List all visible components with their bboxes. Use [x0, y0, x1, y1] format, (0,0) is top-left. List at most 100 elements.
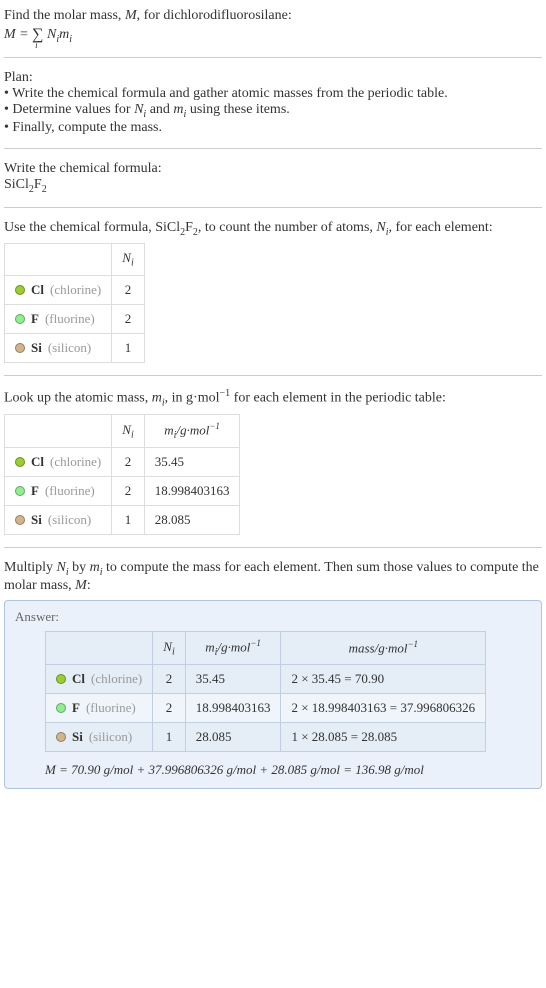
plan-b2-m: m: [173, 102, 183, 117]
n-value: 2: [112, 477, 144, 506]
plan-bullet-2: • Determine values for Ni and mi using t…: [4, 102, 542, 120]
col-mass-label: mass/g·mol: [349, 641, 408, 656]
mass-block: Look up the atomic mass, mi, in g·mol−1 …: [4, 384, 542, 539]
col-m-var: m: [205, 640, 214, 655]
col-element: [5, 415, 112, 448]
col-m-unit: /g·mol: [176, 423, 209, 438]
element-dot-icon: [56, 732, 66, 742]
element-name: (silicon): [89, 729, 132, 745]
intro-block: Find the molar mass, M , for dichlorodifl…: [4, 4, 542, 49]
count-text: Use the chemical formula, SiCl2F2, to co…: [4, 220, 542, 238]
mass-table: Ni mi/g·mol−1 Cl(chlorine) 2 35.45 F(flu…: [4, 414, 240, 535]
eq-m: m: [59, 27, 69, 42]
element-name: (fluorine): [45, 311, 95, 327]
mass-mvar: m: [152, 391, 162, 406]
mass-exp: −1: [220, 388, 231, 399]
eq-eq: =: [16, 27, 32, 42]
table-row: F(fluorine) 2: [5, 305, 145, 334]
m-value: 18.998403163: [185, 694, 281, 723]
element-symbol: F: [72, 700, 80, 716]
compute-text: Multiply Ni by mi to compute the mass fo…: [4, 560, 542, 594]
plan-b2a: • Determine values for: [4, 102, 134, 117]
eq-lhs: M: [4, 27, 16, 42]
formula-heading: Write the chemical formula:: [4, 161, 542, 177]
m-value: 28.085: [185, 723, 281, 752]
n-value: 1: [112, 506, 144, 535]
count-nvar: N: [376, 220, 385, 235]
intro-line1b: , for dichlorodifluorosilane:: [137, 8, 292, 23]
count-text-b: F: [185, 220, 193, 235]
mass-value: 2 × 35.45 = 70.90: [281, 665, 486, 694]
table-row: Cl(chlorine) 2 35.45: [5, 448, 240, 477]
element-cell: Si(silicon): [5, 334, 112, 363]
compute-n: N: [57, 560, 66, 575]
n-value: 2: [112, 448, 144, 477]
n-value: 1: [153, 723, 185, 752]
answer-box: Answer: Ni mi/g·mol−1 mass/g·mol−1 Cl(ch…: [4, 600, 542, 789]
n-value: 2: [153, 665, 185, 694]
element-dot-icon: [56, 703, 66, 713]
col-n-var: N: [163, 639, 172, 654]
element-cell: Cl(chlorine): [5, 448, 112, 477]
element-name: (fluorine): [86, 700, 136, 716]
table-row: Si(silicon) 1 28.085: [5, 506, 240, 535]
sigma-sub: i: [35, 40, 38, 50]
col-element: [5, 244, 112, 276]
eq-n: N: [47, 27, 56, 42]
compute-b: by: [69, 560, 90, 575]
col-mass-exp: −1: [407, 639, 418, 649]
mass-value: 2 × 18.998403163 = 37.996806326: [281, 694, 486, 723]
count-table: Ni Cl(chlorine) 2 F(fluorine) 2 Si(silic…: [4, 243, 145, 363]
col-n-sub: i: [172, 646, 175, 657]
count-text-c: , to count the number of atoms,: [198, 220, 376, 235]
element-symbol: Si: [72, 729, 83, 745]
col-m-exp: −1: [250, 638, 261, 648]
element-name: (chlorine): [50, 282, 101, 298]
col-n: Ni: [112, 415, 144, 448]
intro-line1: Find the molar mass,: [4, 8, 125, 23]
compute-block: Multiply Ni by mi to compute the mass fo…: [4, 556, 542, 793]
col-mass: mass/g·mol−1: [281, 632, 486, 665]
chemical-formula: SiCl2F2: [4, 177, 542, 195]
mass-text-c: for each element in the periodic table:: [230, 391, 446, 406]
count-text-a: Use the chemical formula, SiCl: [4, 220, 180, 235]
element-name: (fluorine): [45, 483, 95, 499]
plan-heading: Plan:: [4, 70, 542, 86]
divider: [4, 375, 542, 376]
col-n-var: N: [122, 250, 131, 265]
answer-table: Ni mi/g·mol−1 mass/g·mol−1 Cl(chlorine) …: [45, 631, 486, 752]
formula-block: Write the chemical formula: SiCl2F2: [4, 157, 542, 199]
table-header-row: Ni mi/g·mol−1 mass/g·mol−1: [46, 632, 486, 665]
element-cell: F(fluorine): [5, 477, 112, 506]
table-header-row: Ni mi/g·mol−1: [5, 415, 240, 448]
element-symbol: Si: [31, 512, 42, 528]
element-dot-icon: [15, 285, 25, 295]
col-m: mi/g·mol−1: [185, 632, 281, 665]
col-m-exp: −1: [209, 421, 220, 431]
plan-b2-and: and: [146, 102, 173, 117]
element-symbol: Cl: [31, 454, 44, 470]
element-symbol: Cl: [72, 671, 85, 687]
n-value: 2: [112, 276, 144, 305]
n-value: 2: [153, 694, 185, 723]
compute-mv: M: [75, 578, 87, 593]
divider: [4, 57, 542, 58]
table-row: F(fluorine) 2 18.998403163: [5, 477, 240, 506]
element-cell: Si (silicon): [46, 723, 153, 752]
mass-text-b: , in g·mol: [165, 391, 220, 406]
m-value: 35.45: [144, 448, 240, 477]
col-n-var: N: [122, 422, 131, 437]
compute-a: Multiply: [4, 560, 57, 575]
count-block: Use the chemical formula, SiCl2F2, to co…: [4, 216, 542, 367]
count-text-d: , for each element:: [389, 220, 493, 235]
col-n: Ni: [112, 244, 144, 276]
plan-b2b: using these items.: [186, 102, 289, 117]
col-n: Ni: [153, 632, 185, 665]
element-symbol: Si: [31, 340, 42, 356]
col-m: mi/g·mol−1: [144, 415, 240, 448]
table-row: Cl(chlorine) 2 35.45 2 × 35.45 = 70.90: [46, 665, 486, 694]
element-cell: Si(silicon): [5, 506, 112, 535]
table-row: Cl(chlorine) 2: [5, 276, 145, 305]
final-result: M = 70.90 g/mol + 37.996806326 g/mol + 2…: [45, 762, 531, 778]
plan-block: Plan: • Write the chemical formula and g…: [4, 66, 542, 140]
